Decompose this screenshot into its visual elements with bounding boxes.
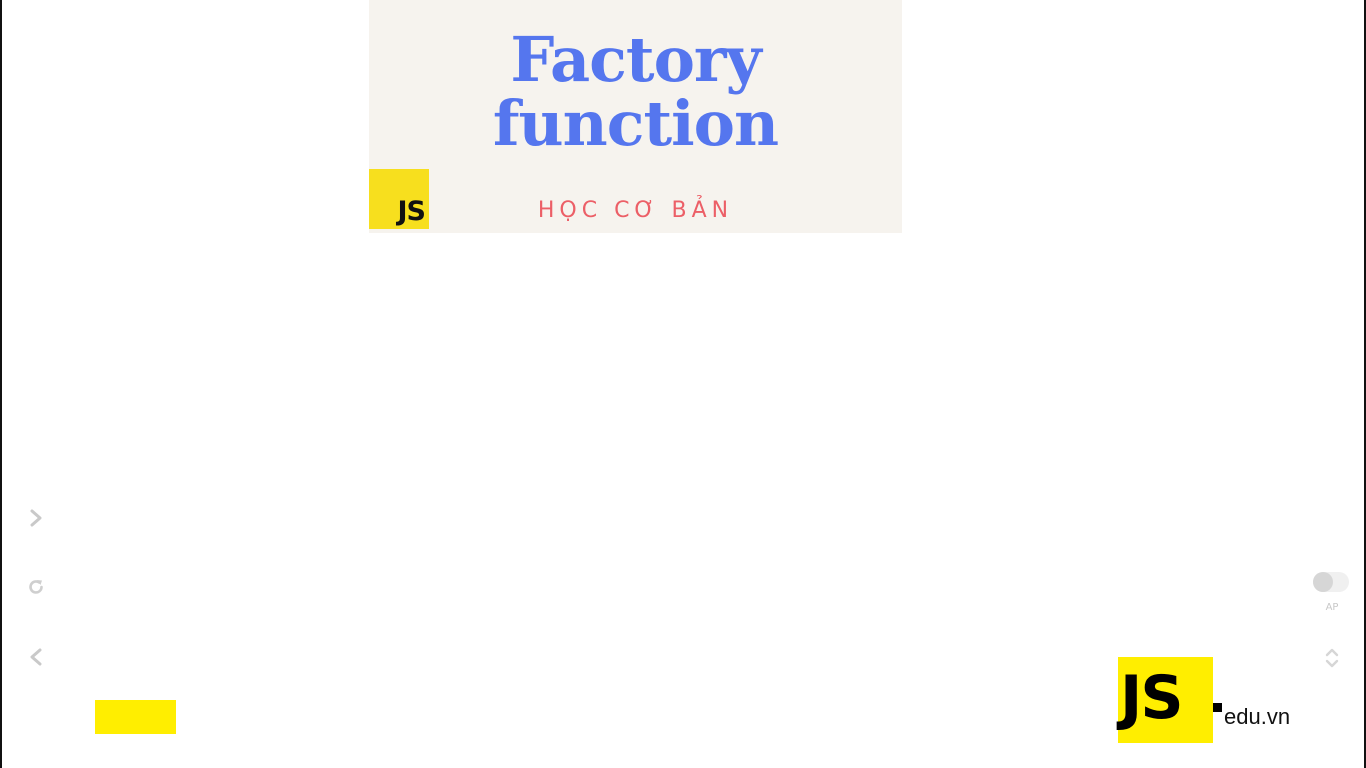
- logo-yellow-strip: [95, 700, 176, 734]
- autoplay-toggle-knob: [1313, 572, 1333, 592]
- title-banner: Factory function HỌC CƠ BẢN JS: [369, 0, 902, 233]
- replay-icon: [26, 577, 46, 597]
- chevron-right-icon: [28, 508, 44, 528]
- autoplay-toggle[interactable]: [1313, 572, 1349, 592]
- jsedu-logo: JS edu.vn: [1118, 657, 1294, 743]
- video-frame: Factory function HỌC CƠ BẢN JS AP JS edu…: [0, 0, 1366, 768]
- logo-brand: JS: [1120, 663, 1184, 733]
- banner-title-line2: function: [492, 87, 779, 160]
- frame-border-left: [0, 0, 2, 768]
- replay-button[interactable]: [21, 572, 51, 602]
- banner-subtitle: HỌC CƠ BẢN: [537, 198, 734, 223]
- js-badge-label: JS: [397, 196, 426, 227]
- autoplay-label: AP: [1325, 602, 1339, 613]
- logo-dot: [1213, 703, 1222, 712]
- js-badge: JS: [369, 169, 429, 229]
- banner-title-line1: Factory: [510, 23, 761, 96]
- chevron-left-icon: [28, 647, 44, 667]
- chevrons-up-down-icon: [1324, 646, 1340, 670]
- logo-domain: edu.vn: [1224, 704, 1291, 729]
- expand-button[interactable]: [1317, 643, 1347, 673]
- previous-button[interactable]: [21, 642, 51, 672]
- banner-title: Factory function: [369, 28, 902, 156]
- next-button[interactable]: [21, 503, 51, 533]
